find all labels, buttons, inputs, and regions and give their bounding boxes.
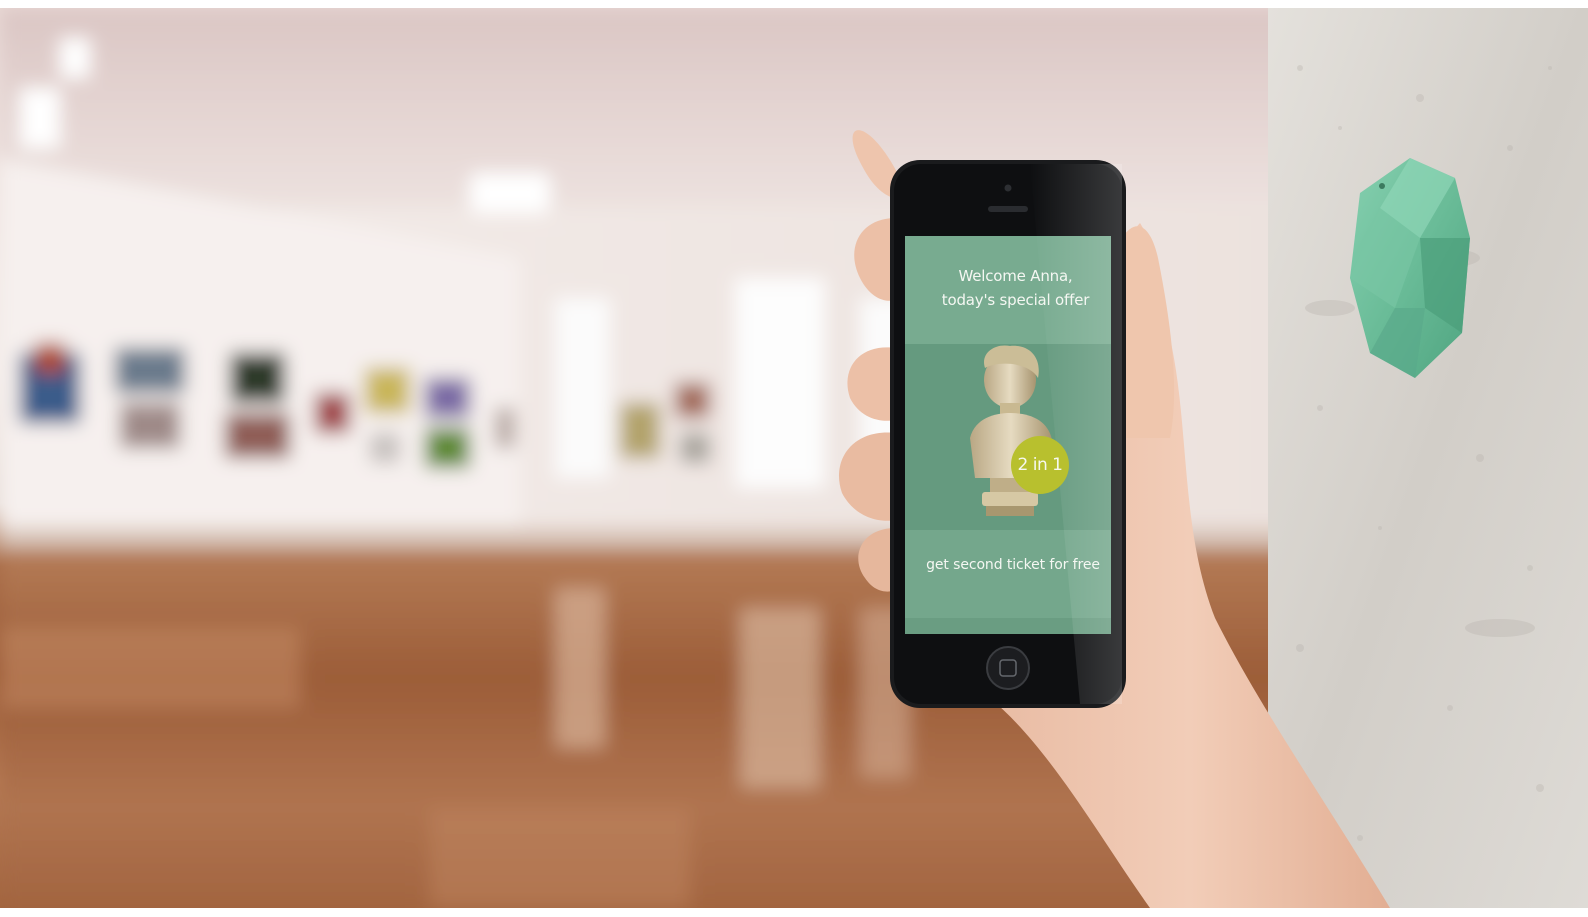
smartphone: [890, 160, 1126, 708]
two-in-one-badge: 2 in 1: [1011, 436, 1069, 494]
welcome-line-2: today's special offer: [941, 291, 1090, 309]
concrete-wall: [1268, 8, 1588, 908]
welcome-line-1: Welcome Anna,: [958, 267, 1073, 285]
offer-text: get second ticket for free: [926, 557, 1100, 573]
gallery-background: [0, 8, 1588, 908]
photo-scene: Welcome Anna, today's special offer 2 in…: [0, 8, 1588, 908]
